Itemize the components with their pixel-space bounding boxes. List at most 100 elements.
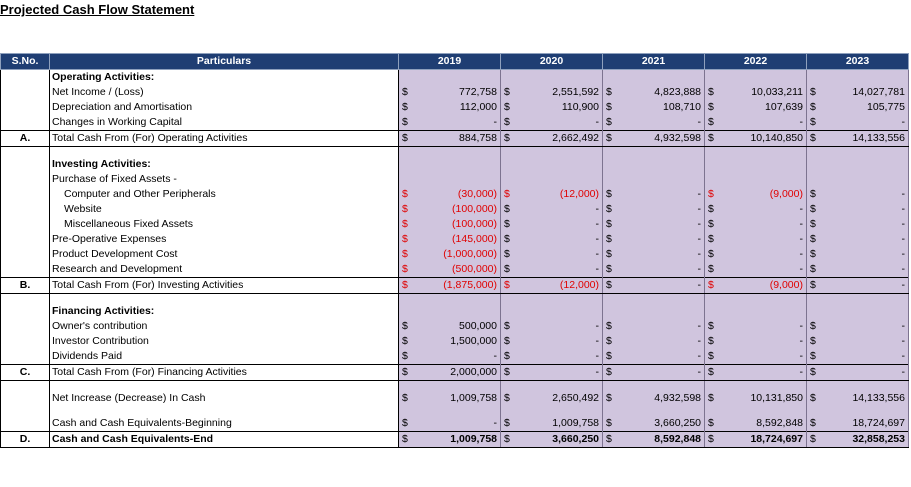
row-label: Financing Activities: bbox=[49, 304, 399, 319]
currency-symbol bbox=[500, 406, 515, 416]
currency-symbol bbox=[704, 157, 719, 172]
currency-symbol: $ bbox=[500, 130, 515, 147]
value-cell: (1,875,000) bbox=[412, 277, 501, 294]
sub-heading: Purchase of Fixed Assets - bbox=[0, 172, 909, 187]
value-cell: (100,000) bbox=[412, 202, 501, 217]
currency-symbol bbox=[398, 157, 413, 172]
currency-symbol: $ bbox=[398, 349, 413, 365]
value-cell: - bbox=[616, 334, 705, 349]
currency-symbol bbox=[806, 406, 821, 416]
currency-symbol: $ bbox=[806, 202, 821, 217]
currency-symbol: $ bbox=[806, 349, 821, 365]
currency-symbol bbox=[704, 304, 719, 319]
row-sno bbox=[0, 334, 50, 349]
currency-symbol bbox=[602, 172, 617, 187]
currency-symbol bbox=[704, 172, 719, 187]
currency-symbol bbox=[602, 304, 617, 319]
table-row: Pre-Operative Expenses $ (145,000) $ - $ - $ - $ - bbox=[0, 232, 909, 247]
value-cell: - bbox=[718, 319, 807, 334]
row-label: Investor Contribution bbox=[49, 334, 399, 349]
spacer-row bbox=[0, 406, 909, 416]
value-cell: 2,551,592 bbox=[514, 85, 603, 100]
table-row: Dividends Paid $ - $ - $ - $ - $ - bbox=[0, 349, 909, 365]
value-cell: 108,710 bbox=[616, 100, 705, 115]
value-cell: 1,009,758 bbox=[412, 431, 501, 448]
value-cell: 32,858,253 bbox=[820, 431, 909, 448]
currency-symbol bbox=[398, 293, 413, 304]
row-sno bbox=[0, 319, 50, 334]
row-label: Pre-Operative Expenses bbox=[49, 232, 399, 247]
section-heading: Investing Activities: bbox=[0, 157, 909, 172]
currency-symbol: $ bbox=[704, 416, 719, 432]
currency-symbol: $ bbox=[806, 262, 821, 278]
row-label: Changes in Working Capital bbox=[49, 115, 399, 131]
value-cell bbox=[718, 293, 807, 304]
value-cell: (12,000) bbox=[514, 187, 603, 202]
currency-symbol: $ bbox=[398, 217, 413, 232]
value-cell bbox=[616, 406, 705, 416]
value-cell: - bbox=[514, 262, 603, 278]
row-label: Cash and Cash Equivalents-Beginning bbox=[49, 416, 399, 432]
row-label: Total Cash From (For) Investing Activiti… bbox=[49, 277, 399, 294]
value-cell: - bbox=[718, 334, 807, 349]
row-sno: A. bbox=[0, 130, 50, 147]
currency-symbol: $ bbox=[398, 130, 413, 147]
currency-symbol: $ bbox=[806, 391, 821, 406]
currency-symbol: $ bbox=[602, 130, 617, 147]
value-cell: (9,000) bbox=[718, 277, 807, 294]
value-cell: 2,650,492 bbox=[514, 391, 603, 406]
value-cell: 3,660,250 bbox=[616, 416, 705, 432]
value-cell: - bbox=[820, 349, 909, 365]
value-cell: - bbox=[820, 217, 909, 232]
value-cell: - bbox=[412, 115, 501, 131]
value-cell bbox=[514, 157, 603, 172]
sno-header: S.No. bbox=[0, 53, 50, 70]
currency-symbol: $ bbox=[500, 277, 515, 294]
value-cell: - bbox=[616, 187, 705, 202]
spacer-row bbox=[0, 293, 909, 304]
currency-symbol: $ bbox=[806, 85, 821, 100]
value-cell: 884,758 bbox=[412, 130, 501, 147]
total-row: B. Total Cash From (For) Investing Activi… bbox=[0, 277, 909, 294]
table-row: Product Development Cost $ (1,000,000) $ - $ -… bbox=[0, 247, 909, 262]
value-cell: 3,660,250 bbox=[514, 431, 603, 448]
currency-symbol: $ bbox=[500, 115, 515, 131]
currency-symbol: $ bbox=[806, 217, 821, 232]
value-cell: 14,133,556 bbox=[820, 130, 909, 147]
row-sno bbox=[0, 247, 50, 262]
value-cell: - bbox=[616, 217, 705, 232]
value-cell: - bbox=[616, 202, 705, 217]
value-cell: (145,000) bbox=[412, 232, 501, 247]
value-cell: 112,000 bbox=[412, 100, 501, 115]
value-cell: - bbox=[616, 277, 705, 294]
currency-symbol bbox=[398, 304, 413, 319]
table-row: Depreciation and Amortisation $112,000 $11… bbox=[0, 100, 909, 115]
currency-symbol: $ bbox=[806, 100, 821, 115]
value-cell bbox=[820, 406, 909, 416]
value-cell bbox=[514, 293, 603, 304]
currency-symbol: $ bbox=[704, 319, 719, 334]
value-cell: 8,592,848 bbox=[616, 431, 705, 448]
currency-symbol: $ bbox=[500, 232, 515, 247]
row-sno bbox=[0, 146, 50, 157]
row-sno bbox=[0, 262, 50, 278]
value-cell bbox=[820, 293, 909, 304]
value-cell: - bbox=[514, 364, 603, 381]
value-cell bbox=[718, 146, 807, 157]
row-label: Owner's contribution bbox=[49, 319, 399, 334]
currency-symbol: $ bbox=[602, 100, 617, 115]
page-title: Projected Cash Flow Statement bbox=[0, 2, 195, 17]
currency-symbol: $ bbox=[500, 202, 515, 217]
currency-symbol bbox=[704, 146, 719, 157]
currency-symbol: $ bbox=[806, 431, 821, 448]
year-header: 2020 bbox=[500, 53, 603, 70]
currency-symbol: $ bbox=[704, 187, 719, 202]
row-sno bbox=[0, 349, 50, 365]
value-cell bbox=[412, 304, 501, 319]
currency-symbol: $ bbox=[806, 115, 821, 131]
value-cell bbox=[616, 157, 705, 172]
currency-symbol: $ bbox=[500, 247, 515, 262]
currency-symbol: $ bbox=[500, 391, 515, 406]
row-sno bbox=[0, 416, 50, 432]
value-cell: - bbox=[616, 232, 705, 247]
